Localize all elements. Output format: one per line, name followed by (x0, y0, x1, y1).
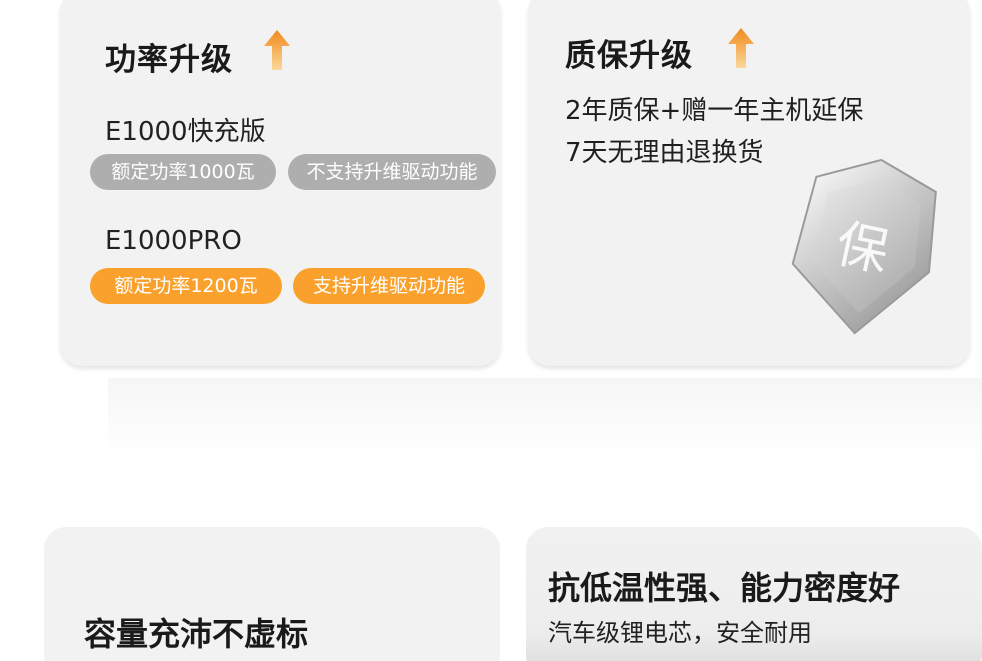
low-temperature-card: 抗低温性强、能力密度好 汽车级锂电芯，安全耐用 (526, 527, 982, 661)
power-card-title: 功率升级 (105, 42, 233, 78)
capacity-card-title: 容量充沛不虚标 (84, 615, 309, 653)
capacity-card: 容量充沛不虚标 (44, 527, 500, 661)
warranty-upgrade-card: 质保升级 2年质保+赠一年主机延保 7天无理由退换货 保 (528, 0, 970, 366)
model-name-e1000-pro: E1000PRO (105, 226, 242, 256)
cold-card-subtitle: 汽车级锂电芯，安全耐用 (548, 619, 812, 647)
arrow-up-icon (728, 28, 754, 68)
warranty-card-title: 质保升级 (565, 38, 693, 74)
tag-upgrade-drive: 支持升维驱动功能 (293, 268, 485, 304)
shield-icon: 保 (791, 158, 937, 335)
warranty-line-years: 2年质保+赠一年主机延保 (565, 96, 864, 126)
power-upgrade-card: 功率升级 E1000快充版 额定功率1000瓦 不支持升维驱动功能 E1000P… (60, 0, 501, 366)
tag-rated-power-1000: 额定功率1000瓦 (90, 154, 276, 190)
cold-card-title: 抗低温性强、能力密度好 (548, 569, 901, 607)
reflection-band (108, 378, 982, 456)
tag-no-upgrade-drive: 不支持升维驱动功能 (288, 154, 496, 190)
arrow-up-icon (264, 30, 290, 70)
model-name-e1000-fast: E1000快充版 (105, 117, 266, 147)
warranty-line-return: 7天无理由退换货 (565, 138, 764, 168)
tag-rated-power-1200: 额定功率1200瓦 (90, 268, 282, 304)
